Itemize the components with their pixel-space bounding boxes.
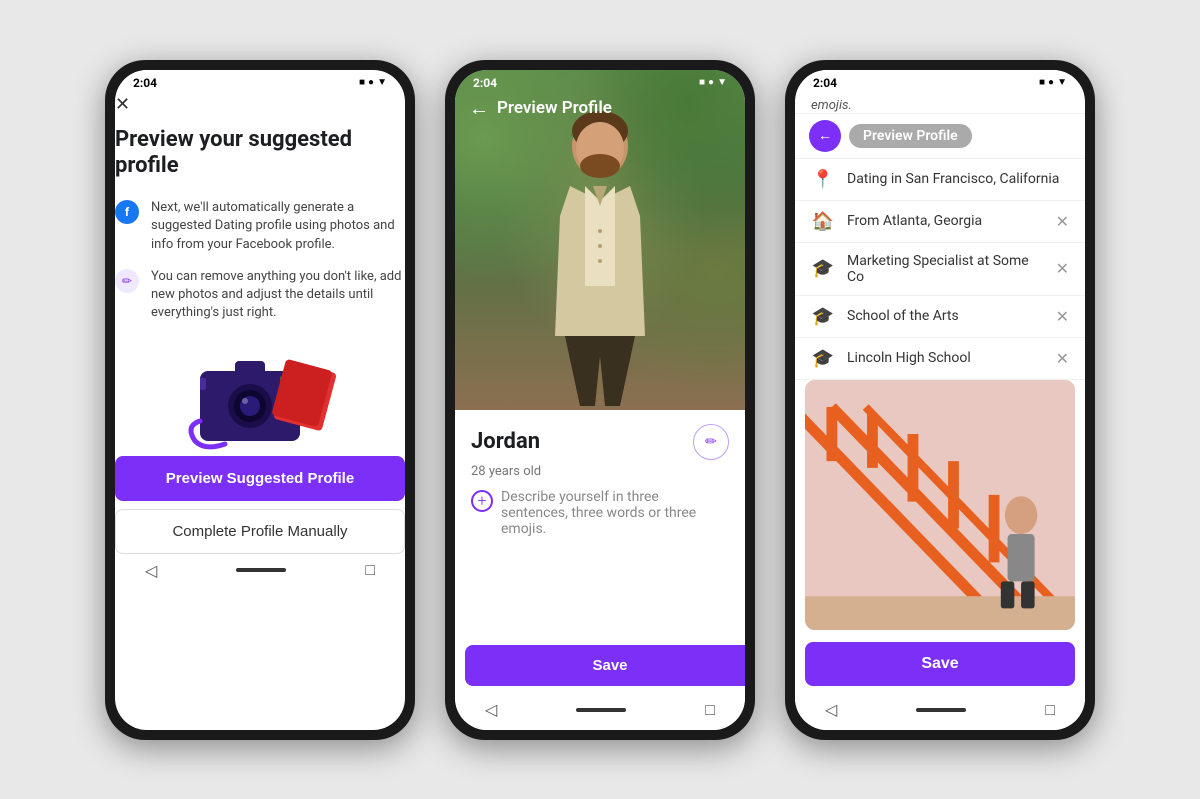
bottom-nav-1: ◁ □ bbox=[115, 554, 405, 590]
profile-age: 28 years old bbox=[471, 464, 729, 479]
wifi-icon-2: ▼ bbox=[717, 77, 727, 88]
remove-school2-button[interactable]: ✕ bbox=[1056, 349, 1069, 368]
square-nav-3[interactable]: □ bbox=[1045, 700, 1055, 720]
school2-text: Lincoln High School bbox=[847, 350, 1044, 366]
screen3-title: Preview Profile bbox=[849, 124, 972, 148]
battery-icon: ■ bbox=[359, 77, 365, 88]
save-button-3[interactable]: Save bbox=[805, 642, 1075, 686]
complete-profile-manually-button[interactable]: Complete Profile Manually bbox=[115, 509, 405, 554]
from-text: From Atlanta, Georgia bbox=[847, 213, 1044, 229]
screen2-title: Preview Profile bbox=[497, 98, 612, 118]
location-row: 📍 Dating in San Francisco, California bbox=[795, 159, 1085, 201]
top-text: emojis. bbox=[811, 98, 852, 113]
facebook-icon: f bbox=[115, 200, 139, 224]
battery-icon-2: ■ bbox=[699, 77, 705, 88]
phone-1: 2:04 ■ ● ▼ ✕ Preview your suggested prof… bbox=[105, 60, 415, 740]
signal-icon-2: ● bbox=[708, 77, 714, 88]
school2-icon: 🎓 bbox=[811, 348, 835, 369]
status-time-3: 2:04 bbox=[813, 76, 837, 90]
school1-icon: 🎓 bbox=[811, 306, 835, 327]
status-icons-3: ■ ● ▼ bbox=[1039, 77, 1067, 88]
work-icon: 🎓 bbox=[811, 258, 835, 279]
square-nav-1[interactable]: □ bbox=[365, 560, 375, 580]
school1-row: 🎓 School of the Arts ✕ bbox=[795, 296, 1085, 338]
bottom-nav-2: ◁ □ bbox=[455, 694, 745, 730]
wifi-icon: ▼ bbox=[377, 77, 387, 88]
profile-info-area: Jordan ✏ 28 years old + Describe yoursel… bbox=[455, 410, 745, 645]
square-nav-2[interactable]: □ bbox=[705, 700, 715, 720]
staircase-bg bbox=[805, 380, 1075, 630]
second-photo-area bbox=[805, 380, 1075, 630]
back-nav-3[interactable]: ◁ bbox=[825, 700, 837, 719]
close-button[interactable]: ✕ bbox=[115, 94, 405, 115]
bottom-nav-3: ◁ □ bbox=[795, 694, 1085, 730]
status-bar-2: 2:04 ■ ● ▼ bbox=[455, 70, 745, 94]
status-icons-2: ■ ● ▼ bbox=[699, 77, 727, 88]
pencil-icon: ✏ bbox=[115, 269, 139, 293]
preview-suggested-profile-button[interactable]: Preview Suggested Profile bbox=[115, 456, 405, 501]
school1-text: School of the Arts bbox=[847, 308, 1044, 324]
location-text: Dating in San Francisco, California bbox=[847, 171, 1069, 187]
wifi-icon-3: ▼ bbox=[1057, 77, 1067, 88]
profile-name-row: Jordan ✏ bbox=[471, 424, 729, 460]
location-icon: 📍 bbox=[811, 169, 835, 190]
back-arrow-icon: ← bbox=[818, 127, 832, 144]
home-indicator-2[interactable] bbox=[576, 708, 626, 712]
info-item-facebook: f Next, we'll automatically generate a s… bbox=[115, 199, 405, 254]
info-text-2: You can remove anything you don't like, … bbox=[151, 268, 405, 323]
school2-row: 🎓 Lincoln High School ✕ bbox=[795, 338, 1085, 380]
screen1-title: Preview your suggested profile bbox=[115, 127, 405, 180]
status-bar-3: 2:04 ■ ● ▼ bbox=[795, 70, 1085, 94]
remove-from-button[interactable]: ✕ bbox=[1056, 212, 1069, 231]
phone-3: 2:04 ■ ● ▼ emojis. ← Preview Profile 📍 bbox=[785, 60, 1095, 740]
battery-icon-3: ■ bbox=[1039, 77, 1045, 88]
profile-person bbox=[535, 86, 665, 410]
back-nav-2[interactable]: ◁ bbox=[485, 700, 497, 719]
status-bar-1: 2:04 ■ ● ▼ bbox=[115, 70, 405, 94]
bio-input-area[interactable]: + Describe yourself in three sentences, … bbox=[471, 489, 729, 537]
status-icons-1: ■ ● ▼ bbox=[359, 77, 387, 88]
info-text-1: Next, we'll automatically generate a sug… bbox=[151, 199, 405, 254]
from-row: 🏠 From Atlanta, Georgia ✕ bbox=[795, 201, 1085, 243]
signal-icon-3: ● bbox=[1048, 77, 1054, 88]
back-nav-1[interactable]: ◁ bbox=[145, 561, 157, 580]
profile-name: Jordan bbox=[471, 429, 540, 454]
camera-illustration bbox=[115, 336, 405, 456]
edit-profile-button[interactable]: ✏ bbox=[693, 424, 729, 460]
top-text-area: emojis. bbox=[795, 94, 1085, 114]
job-row: 🎓 Marketing Specialist at Some Co ✕ bbox=[795, 243, 1085, 296]
status-time-2: 2:04 bbox=[473, 76, 497, 90]
home-indicator-1[interactable] bbox=[236, 568, 286, 572]
add-bio-icon: + bbox=[471, 490, 493, 512]
save-button-2[interactable]: Save bbox=[465, 645, 745, 686]
screen1-content: ✕ Preview your suggested profile f Next,… bbox=[115, 94, 405, 555]
job-text: Marketing Specialist at Some Co bbox=[847, 253, 1044, 285]
home-indicator-3[interactable] bbox=[916, 708, 966, 712]
remove-job-button[interactable]: ✕ bbox=[1056, 259, 1069, 278]
phone-2: 2:04 ■ ● ▼ ← Preview Profile bbox=[445, 60, 755, 740]
remove-school1-button[interactable]: ✕ bbox=[1056, 307, 1069, 326]
bio-placeholder-text: Describe yourself in three sentences, th… bbox=[501, 489, 729, 537]
home-icon: 🏠 bbox=[811, 211, 835, 232]
back-button-3[interactable]: ← bbox=[809, 120, 841, 152]
signal-icon: ● bbox=[368, 77, 374, 88]
back-button-2[interactable]: ← bbox=[469, 96, 489, 121]
screen3-topbar: ← Preview Profile bbox=[795, 114, 1085, 159]
info-item-pencil: ✏ You can remove anything you don't like… bbox=[115, 268, 405, 323]
status-time-1: 2:04 bbox=[133, 76, 157, 90]
